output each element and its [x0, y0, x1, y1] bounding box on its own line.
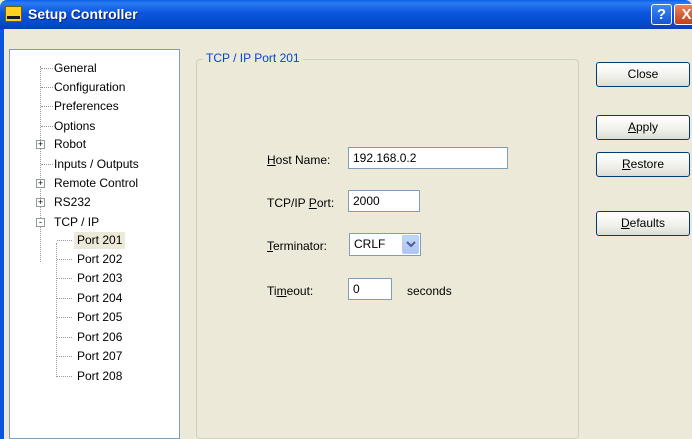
label-text: erminator: [273, 239, 328, 253]
tree-item-label: Port 203 [77, 271, 123, 285]
tree-item-port-204[interactable]: Port 204 [77, 290, 122, 307]
collapse-icon[interactable]: - [36, 218, 45, 227]
tree-item-port-207[interactable]: Port 207 [77, 348, 122, 365]
window-close-button[interactable]: X [674, 4, 692, 25]
chevron-down-icon [406, 241, 416, 248]
help-icon: ? [656, 6, 667, 23]
tree-item-remote-control[interactable]: Remote Control [54, 175, 138, 192]
tree-item-port-202[interactable]: Port 202 [77, 251, 122, 268]
tree-item-rs232[interactable]: RS232 [54, 194, 91, 211]
host-name-input[interactable] [348, 147, 508, 169]
tree-item-label: Remote Control [54, 176, 139, 190]
expander-glyph: + [37, 178, 44, 188]
terminator-value: CRLF [354, 237, 386, 251]
title-bar[interactable]: Setup Controller ? X [0, 0, 692, 29]
tree-connector [41, 106, 53, 107]
tree-item-inputs-outputs[interactable]: Inputs / Outputs [54, 156, 139, 173]
tree-item-label: Port 204 [77, 291, 123, 305]
help-button[interactable]: ? [651, 4, 672, 25]
tree-item-label: Robot [54, 137, 87, 151]
label-text: TCP/IP [267, 196, 309, 210]
label-text: ort: [316, 196, 335, 210]
tree-connector [57, 278, 72, 279]
tcp-ip-port-input[interactable] [348, 190, 420, 212]
terminator-select[interactable]: CRLF [349, 233, 421, 256]
tree-item-general[interactable]: General [54, 60, 97, 77]
tree-item-label: Preferences [54, 99, 119, 113]
tree-item-preferences[interactable]: Preferences [54, 98, 119, 115]
tree-connector [57, 356, 72, 357]
timeout-label: Timeout: [267, 284, 313, 298]
restore-button[interactable]: Restore [596, 152, 690, 177]
tree-item-label: TCP / IP [54, 215, 100, 229]
tree-item-label: Port 207 [77, 349, 123, 363]
group-title: TCP / IP Port 201 [203, 51, 303, 65]
tree-item-port-206[interactable]: Port 206 [77, 329, 122, 346]
apply-button[interactable]: Apply [596, 115, 690, 140]
button-label: estore [630, 157, 665, 171]
label-accelerator: H [267, 153, 276, 167]
window-title: Setup Controller [28, 6, 138, 22]
label-accelerator: m [276, 284, 287, 298]
tree-item-port-201[interactable]: Port 201 [74, 232, 126, 249]
tree-item-robot[interactable]: Robot [54, 136, 86, 153]
expander-glyph: - [39, 217, 42, 227]
expand-icon[interactable]: + [36, 179, 45, 188]
close-icon: X [681, 6, 692, 23]
expander-glyph: + [37, 197, 44, 207]
tree-connector [41, 164, 53, 165]
tree-item-label: Options [54, 119, 96, 133]
tcp-ip-port-label: TCP/IP Port: [267, 196, 334, 210]
label-text: ost Name: [275, 153, 331, 167]
tree-connector [41, 68, 53, 69]
tree-connector [41, 126, 53, 127]
label-text: eout: [286, 284, 314, 298]
tree-connector [57, 376, 72, 377]
tree-item-port-205[interactable]: Port 205 [77, 309, 122, 326]
label-accelerator: A [627, 120, 636, 134]
settings-tree[interactable]: General Configuration Preferences Option… [9, 49, 180, 439]
app-icon [5, 6, 22, 22]
button-label: pply [636, 120, 659, 134]
tree-connector [57, 240, 72, 241]
tree-item-label: General [54, 61, 97, 75]
button-label: efaults [629, 216, 666, 230]
tree-connector [57, 337, 72, 338]
tree-connector [57, 259, 72, 260]
tree-item-label: Port 205 [77, 310, 123, 324]
timeout-unit: seconds [407, 284, 452, 298]
label-accelerator: D [620, 216, 630, 230]
terminator-label: Terminator: [267, 239, 327, 253]
tree-item-port-208[interactable]: Port 208 [77, 368, 122, 385]
tree-item-label: RS232 [54, 195, 91, 209]
tree-item-configuration[interactable]: Configuration [54, 79, 125, 96]
tree-item-tcp-ip[interactable]: TCP / IP [54, 214, 99, 231]
tree-connector [57, 298, 72, 299]
label-accelerator: R [621, 157, 631, 171]
tree-connector [57, 317, 72, 318]
tree-item-label: Configuration [54, 80, 126, 94]
tree-connector [41, 87, 53, 88]
expander-glyph: + [37, 139, 44, 149]
defaults-button[interactable]: Defaults [596, 211, 690, 236]
timeout-input[interactable] [348, 278, 392, 300]
close-button[interactable]: Close [596, 62, 690, 87]
tree-item-options[interactable]: Options [54, 118, 95, 135]
label-accelerator: P [308, 196, 317, 210]
tree-item-label: Inputs / Outputs [54, 157, 139, 171]
tree-item-label: Port 206 [77, 330, 123, 344]
expand-icon[interactable]: + [36, 140, 45, 149]
tree-item-label: Port 201 [77, 233, 123, 247]
label-text: Ti [267, 284, 277, 298]
dropdown-button[interactable] [402, 235, 419, 254]
host-name-label: Host Name: [267, 153, 330, 167]
tree-item-label: Port 208 [77, 369, 123, 383]
tree-item-port-203[interactable]: Port 203 [77, 270, 122, 287]
tree-item-label: Port 202 [77, 252, 123, 266]
window-frame [0, 29, 4, 439]
button-label: Close [627, 67, 659, 81]
expand-icon[interactable]: + [36, 198, 45, 207]
